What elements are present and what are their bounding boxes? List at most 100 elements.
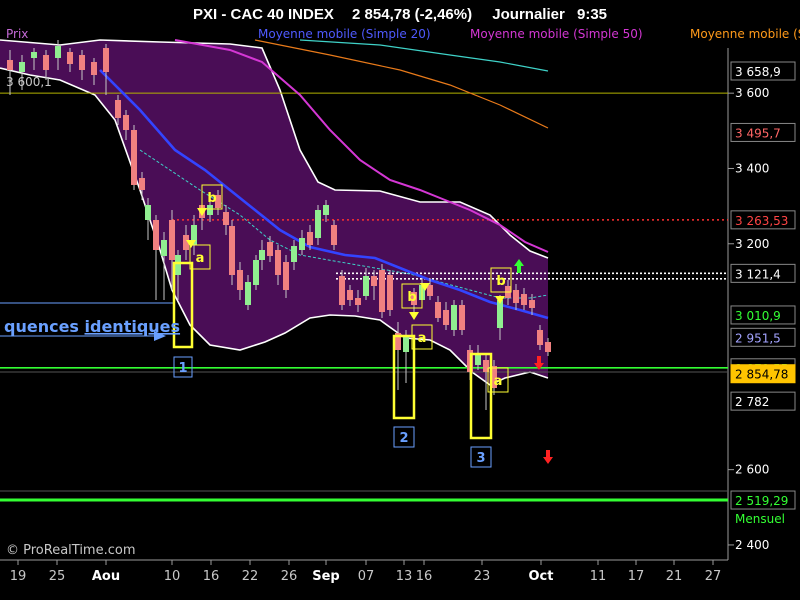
price-tag-label: 3 121,4 bbox=[735, 267, 781, 281]
legend-entry: Moyenne mobile (Simple 100) bbox=[690, 27, 800, 41]
mensuel-label: Mensuel bbox=[735, 512, 785, 526]
candle-body bbox=[145, 205, 151, 220]
chart-period: Journalier bbox=[492, 6, 565, 23]
legend-entry: Moyenne mobile (Simple 50) bbox=[470, 27, 643, 41]
wave-label-a-text: a bbox=[494, 374, 503, 389]
candle-body bbox=[387, 275, 393, 310]
candle-body bbox=[513, 290, 519, 303]
candle-body bbox=[347, 290, 353, 300]
candle-body bbox=[31, 52, 37, 58]
candle-body bbox=[323, 205, 329, 215]
candle-body bbox=[379, 270, 385, 312]
x-tick-label: Oct bbox=[529, 569, 554, 584]
y-tick-label: 3 400 bbox=[735, 161, 769, 175]
candle-body bbox=[427, 285, 433, 296]
label-box-3-text: 3 bbox=[476, 451, 485, 466]
price-tag-label: 3 495,7 bbox=[735, 126, 781, 140]
watermark: © ProRealTime.com bbox=[6, 543, 136, 558]
candle-body bbox=[545, 342, 551, 352]
candle-body bbox=[103, 48, 109, 72]
wave-label-a-text: a bbox=[418, 331, 427, 346]
candle-body bbox=[207, 205, 213, 215]
x-tick-label: 22 bbox=[242, 569, 259, 584]
annotation-text: quences identiques bbox=[4, 317, 180, 336]
candle-body bbox=[497, 300, 503, 328]
candle-body bbox=[67, 52, 73, 64]
candle-body bbox=[115, 100, 121, 118]
candle-body bbox=[169, 220, 175, 260]
x-tick-label: 10 bbox=[164, 569, 181, 584]
candle-body bbox=[339, 276, 345, 305]
x-tick-label: 19 bbox=[10, 569, 27, 584]
candle-body bbox=[7, 60, 13, 70]
candle-body bbox=[139, 178, 145, 190]
x-tick-label: 16 bbox=[416, 569, 433, 584]
candle-body bbox=[267, 242, 273, 256]
chart-title-name: PXI - CAC 40 INDEX bbox=[193, 6, 334, 23]
candle-body bbox=[253, 260, 259, 285]
price-tag-label: 3 263,53 bbox=[735, 214, 788, 228]
candle-body bbox=[299, 238, 305, 250]
x-tick-label: 26 bbox=[281, 569, 298, 584]
candle-body bbox=[355, 298, 361, 305]
candle-body bbox=[79, 55, 85, 70]
candle-body bbox=[331, 225, 337, 245]
candle-body bbox=[275, 250, 281, 275]
wave-label-b-text: b bbox=[207, 191, 216, 206]
x-tick-label: Aou bbox=[92, 569, 120, 584]
candle-body bbox=[55, 46, 61, 58]
price-tag-label: 2 854,78 bbox=[735, 368, 788, 382]
candle-body bbox=[131, 130, 137, 185]
candle-body bbox=[443, 310, 449, 325]
y-tick-label: 2 400 bbox=[735, 538, 769, 552]
candle-body bbox=[283, 262, 289, 290]
x-tick-label: 16 bbox=[203, 569, 220, 584]
label-box-2-text: 2 bbox=[399, 431, 408, 446]
x-tick-label: 23 bbox=[474, 569, 491, 584]
candle-body bbox=[451, 305, 457, 330]
candle-body bbox=[161, 240, 167, 256]
candle-body bbox=[529, 300, 535, 308]
candle-body bbox=[19, 62, 25, 72]
candle-body bbox=[43, 55, 49, 70]
candle-body bbox=[435, 302, 441, 318]
x-tick-label: 07 bbox=[358, 569, 375, 584]
candle-body bbox=[259, 250, 265, 260]
candle-body bbox=[403, 337, 409, 352]
candle-body bbox=[229, 226, 235, 275]
chart-time: 9:35 bbox=[577, 6, 607, 23]
candle-body bbox=[237, 270, 243, 290]
legend-entry: Moyenne mobile (Simple 20) bbox=[258, 27, 431, 41]
x-tick-label: 27 bbox=[705, 569, 722, 584]
candle-body bbox=[245, 282, 251, 305]
candle-body bbox=[153, 220, 159, 250]
y-tick-label: 3 600 bbox=[735, 86, 769, 100]
candle-body bbox=[363, 276, 369, 296]
candle-body bbox=[123, 115, 129, 130]
price-tag-label: 3 658,9 bbox=[735, 65, 781, 79]
x-tick-label: 13 bbox=[396, 569, 413, 584]
x-tick-label: 21 bbox=[666, 569, 683, 584]
candle-body bbox=[521, 294, 527, 305]
price-tag-label: 2 951,5 bbox=[735, 331, 781, 345]
candle-body bbox=[223, 212, 229, 225]
label-box-1-text: 1 bbox=[178, 361, 187, 376]
candle-body bbox=[459, 305, 465, 330]
price-tag-label: 3 010,9 bbox=[735, 309, 781, 323]
x-tick-label: 11 bbox=[590, 569, 607, 584]
wave-label-a-text: a bbox=[196, 251, 205, 266]
x-tick-label: Sep bbox=[312, 569, 340, 584]
left-level-label: 3 600,1 bbox=[6, 75, 52, 89]
candle-body bbox=[307, 232, 313, 245]
chart-quote: 2 854,78 (-2,46%) bbox=[352, 6, 472, 23]
y-tick-label: 3 200 bbox=[735, 237, 769, 251]
price-tag-label: 2 519,29 bbox=[735, 494, 788, 508]
wave-label-b-text: b bbox=[496, 274, 505, 289]
candle-body bbox=[537, 330, 543, 345]
candle-body bbox=[91, 62, 97, 75]
candle-body bbox=[291, 246, 297, 262]
candle-body bbox=[371, 276, 377, 286]
x-tick-label: 25 bbox=[49, 569, 66, 584]
legend-entry: Prix bbox=[6, 27, 28, 41]
chart-title: PXI - CAC 40 INDEX 2 854,78 (-2,46%) Jou… bbox=[193, 6, 607, 23]
